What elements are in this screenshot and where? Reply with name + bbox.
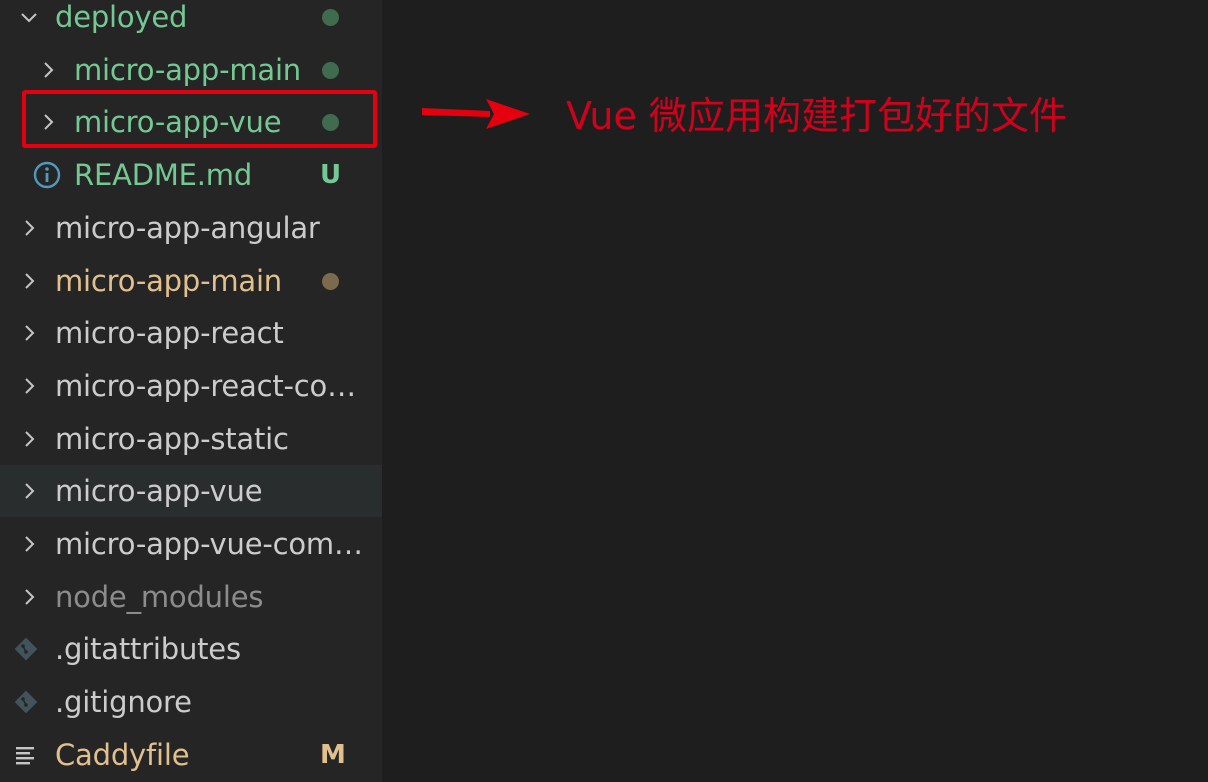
explorer-folder-row[interactable]: micro-app-angular bbox=[0, 202, 382, 254]
explorer-item-label: micro-app-main bbox=[55, 263, 282, 298]
explorer-folder-row[interactable]: micro-app-react bbox=[0, 307, 382, 359]
status-badge: M bbox=[320, 739, 346, 770]
chevron-right-icon[interactable] bbox=[18, 533, 40, 555]
explorer-file-row[interactable]: .gitattributes bbox=[0, 623, 382, 675]
explorer-folder-row[interactable]: deployed bbox=[0, 0, 382, 43]
explorer-item-label: micro-app-react-com... bbox=[55, 368, 376, 403]
explorer-folder-row[interactable]: micro-app-vue-comm... bbox=[0, 518, 382, 570]
explorer-item-label: Caddyfile bbox=[55, 737, 190, 772]
git-icon bbox=[12, 635, 40, 663]
explorer-item-label: README.md bbox=[74, 158, 253, 193]
chevron-right-icon[interactable] bbox=[18, 322, 40, 344]
explorer-item-label: micro-app-vue-comm... bbox=[55, 527, 376, 561]
chevron-right-icon[interactable] bbox=[18, 217, 40, 239]
status-dot bbox=[322, 9, 339, 26]
explorer-folder-row[interactable]: micro-app-react-com... bbox=[0, 360, 382, 412]
explorer-item-label: .gitattributes bbox=[55, 632, 241, 667]
explorer-item-label: micro-app-static bbox=[55, 421, 289, 456]
explorer-item-label: micro-app-react bbox=[55, 316, 284, 351]
highlight-box bbox=[22, 90, 377, 148]
info-icon bbox=[33, 161, 61, 189]
annotation-text: Vue 微应用构建打包好的文件 bbox=[566, 94, 1067, 138]
status-badge: U bbox=[320, 160, 342, 191]
explorer-file-row[interactable]: Caddyfile M bbox=[0, 729, 382, 781]
chevron-right-icon[interactable] bbox=[18, 375, 40, 397]
explorer-item-label: micro-app-vue bbox=[55, 474, 263, 509]
chevron-right-icon[interactable] bbox=[18, 428, 40, 450]
explorer-folder-row[interactable]: node_modules bbox=[0, 571, 382, 623]
status-dot bbox=[322, 61, 339, 79]
chevron-right-icon[interactable] bbox=[18, 586, 40, 608]
explorer-folder-row[interactable]: micro-app-vue bbox=[0, 465, 382, 518]
explorer-item-label: node_modules bbox=[55, 579, 264, 614]
explorer-item-label: .gitignore bbox=[55, 685, 192, 720]
lines-icon bbox=[12, 741, 40, 769]
explorer-item-label: micro-app-main bbox=[74, 52, 301, 87]
status-dot bbox=[322, 272, 339, 290]
arrow-icon bbox=[422, 99, 530, 129]
git-icon bbox=[12, 688, 40, 716]
chevron-right-icon[interactable] bbox=[18, 480, 40, 502]
explorer-folder-row[interactable]: micro-app-main bbox=[0, 255, 382, 307]
chevron-right-icon[interactable] bbox=[18, 270, 40, 292]
explorer-folder-row[interactable]: micro-app-static bbox=[0, 413, 382, 465]
explorer-folder-row[interactable]: micro-app-main bbox=[0, 44, 382, 96]
chevron-right-icon[interactable] bbox=[37, 59, 59, 81]
explorer-file-row[interactable]: README.md U bbox=[0, 149, 382, 201]
chevron-down-icon[interactable] bbox=[18, 6, 40, 28]
screen: deployed micro-app-main micro-app-vue READM… bbox=[0, 0, 1208, 782]
explorer-item-label: micro-app-angular bbox=[55, 210, 320, 245]
explorer-file-row[interactable]: .gitignore bbox=[0, 676, 382, 728]
explorer-item-label: deployed bbox=[55, 0, 188, 34]
